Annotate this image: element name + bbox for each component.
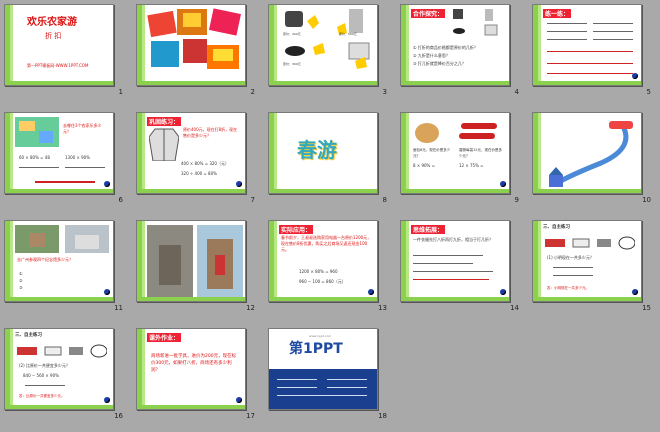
slide-heading: 合作探究：: [411, 9, 446, 18]
coupon-collage-image: [147, 8, 241, 69]
slide-number: 17: [246, 412, 255, 420]
slide-number: 3: [382, 88, 387, 96]
slide-number: 12: [246, 304, 255, 312]
slide-thumb-5[interactable]: 练一练： 5: [528, 0, 660, 108]
answer: 答：小明现在一共多少元。: [547, 286, 589, 290]
slide-heading: 课外作业：: [147, 333, 182, 342]
food-image: [415, 123, 497, 143]
products-image: [285, 9, 370, 69]
answer-2: 320 ÷ 400 = 80%: [181, 171, 217, 176]
slide-thumb-6[interactable]: 去哪住3个农家乐多少元？ 60 × 80% = 48 1300 × 90% 6: [0, 108, 135, 216]
slide-heading: 实际应用：: [279, 225, 314, 234]
slide-thumb-4[interactable]: 合作探究： ① 打折的商品价格都是原价的几折？ ② 九折是什么意思？ ③ 打几折…: [396, 0, 531, 108]
slide-thumb-16[interactable]: 三、自主练习 (2) 比原价一共便宜多少元？ 840 − 560 × 90% 答…: [0, 324, 135, 432]
slide-thumb-14[interactable]: 思维拓展： 一件衣服先打八折再打九折，相当于打几折？ 14: [396, 216, 531, 324]
slide-number: 4: [514, 88, 519, 96]
slide-heading: 三、自主练习: [15, 333, 42, 338]
slide-number: 11: [114, 304, 123, 312]
park-map-image: [15, 117, 59, 147]
homework-text: 商场新进一批学具，进价为200元，现在标价300元，如果打八折，商场还有多少利润…: [151, 354, 237, 373]
slide-title: 欢乐农家游: [27, 17, 77, 28]
slide-thumb-8[interactable]: 春游 8: [264, 108, 399, 216]
logo-text: 第1PPT: [289, 341, 343, 357]
question: 春节前夕，王叔叔选购家用电器一台原价1200元，现在售价8折优惠，购买之后商场又…: [281, 235, 372, 252]
slide-heading: 练一练：: [543, 9, 572, 18]
option-2: ②: [19, 278, 23, 283]
slide-number: 8: [382, 196, 387, 204]
slide-thumb-9[interactable]: 面包8元，现在价是多少元？ 香肠每袋12元，现在价是多少元？ 8 × 90% =…: [396, 108, 531, 216]
slide-number: 9: [514, 196, 519, 204]
slide-number: 16: [114, 412, 123, 420]
slide-heading: 思维拓展：: [411, 225, 446, 234]
items-row-image: [545, 236, 635, 250]
slide-heading: 巩固练习：: [147, 117, 182, 126]
slide-number: 13: [378, 304, 387, 312]
slide-thumb-15[interactable]: 三、自主练习 (1) 小明现在一共多少元？ 答：小明现在一共多少元。 15: [528, 216, 660, 324]
slide-thumb-3[interactable]: 原价：200元 原价：500元 原价：300元 3: [264, 0, 399, 108]
slide-thumb-10[interactable]: 10: [528, 108, 660, 216]
slide-thumb-11[interactable]: 去广州参观四个纪念馆多少元？ ① ② ③ 11: [0, 216, 135, 324]
slide-heading: 三、自主练习: [543, 225, 570, 230]
price-a: 原价：200元: [283, 32, 301, 36]
answer-1: 1200 × 80% = 960: [299, 269, 338, 274]
train-route-image: [549, 121, 633, 187]
option-1: ①: [19, 271, 23, 276]
slide-thumb-2[interactable]: 2: [132, 0, 267, 108]
question: 去哪住3个农家乐多少元？: [63, 123, 102, 134]
answer-2: 1300 × 90%: [65, 155, 90, 160]
price-c: 原价：300元: [283, 62, 301, 66]
item-b: 香肠每袋12元，现在价是多少元？: [459, 148, 502, 158]
slide-number: 14: [510, 304, 519, 312]
calc-a: 8 × 90% =: [413, 163, 435, 168]
option-3: ③: [19, 285, 23, 290]
slide-number: 18: [378, 412, 387, 420]
slide-subtitle: 折 扣: [45, 32, 62, 40]
question-3: ③ 打几折就是降价百分之几？: [413, 61, 466, 66]
logo-caption: www.1ppt.com: [309, 334, 332, 338]
question: 一件衣服先打八折再打九折，相当于打几折？: [413, 237, 493, 242]
slide-number: 15: [642, 304, 651, 312]
item-a: 面包8元，现在价是多少元？: [413, 148, 451, 158]
slide-word: 春游: [297, 138, 337, 162]
footer-panel: [269, 369, 377, 409]
slide-thumb-12[interactable]: 12: [132, 216, 267, 324]
calc: 840 − 560 × 90%: [23, 373, 59, 378]
question-1: ① 打折的商品价格都是原价的几折？: [413, 45, 478, 50]
slide-number: 10: [642, 196, 651, 204]
question: (2) 比原价一共便宜多少元？: [19, 363, 70, 368]
answer-2: 960 − 100 = 860（元）: [299, 279, 346, 284]
slide-number: 6: [118, 196, 123, 204]
memorial-photos-image: [15, 225, 109, 253]
question-2: ② 九折是什么意思？: [413, 53, 450, 58]
slide-number: 5: [646, 88, 651, 96]
slide-thumb-7[interactable]: 巩固练习： 原价400元，现在打8折，现在售价是多少元？ 400 × 80% =…: [132, 108, 267, 216]
gate-photos-image: [147, 225, 243, 297]
slide-thumb-1[interactable]: 欢乐农家游 折 扣 第一PPT模板网-WWW.1PPT.COM 1: [0, 0, 135, 108]
slide-thumb-13[interactable]: 实际应用： 春节前夕，王叔叔选购家用电器一台原价1200元，现在售价8折优惠，购…: [264, 216, 399, 324]
slide-thumb-18[interactable]: www.1ppt.com 第1PPT 18: [264, 324, 399, 432]
answer-1: 400 × 80% = 320（元）: [181, 161, 229, 166]
slide-sorter: 欢乐农家游 折 扣 第一PPT模板网-WWW.1PPT.COM 1 2 原价：2…: [0, 0, 660, 432]
answer-1: 60 × 80% = 48: [19, 155, 50, 160]
slide-number: 7: [250, 196, 255, 204]
items-row-image: [17, 344, 107, 358]
slide-number: 1: [118, 88, 123, 96]
price-b: 原价：500元: [339, 32, 357, 36]
jacket-image: [149, 128, 179, 161]
products-small-image: [453, 9, 498, 36]
answer: 答：比原价一共便宜多少元。: [19, 394, 65, 398]
calc-b: 12 × 75% =: [459, 163, 484, 168]
question: 去广州参观四个纪念馆多少元？: [17, 257, 73, 262]
slide-footer: 第一PPT模板网-WWW.1PPT.COM: [27, 63, 89, 68]
question: 原价400元，现在打8折，现在售价是多少元？: [183, 127, 238, 138]
question: (1) 小明现在一共多少元？: [547, 255, 594, 260]
slide-thumb-17[interactable]: 课外作业： 商场新进一批学具，进价为200元，现在标价300元，如果打八折，商场…: [132, 324, 267, 432]
slide-number: 2: [250, 88, 255, 96]
